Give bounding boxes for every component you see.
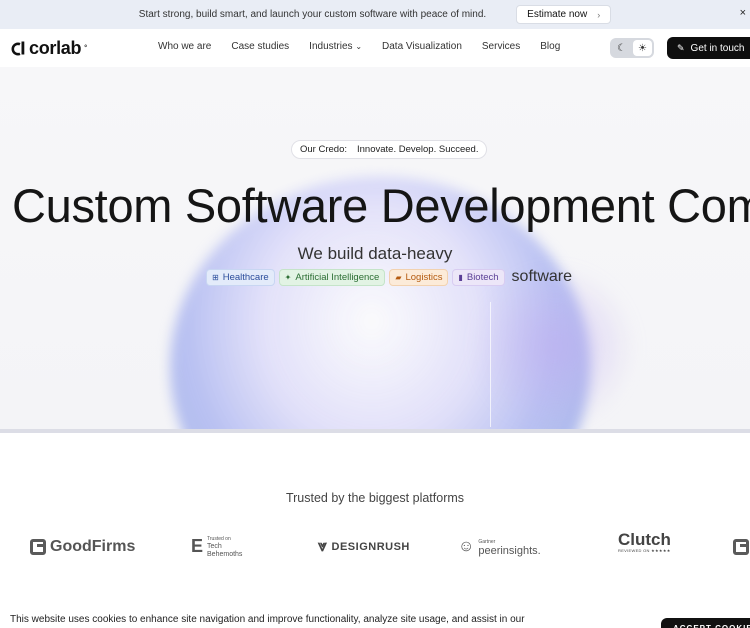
clutch-reviewed: REVIEWED ON ★★★★★ [618, 548, 671, 553]
tech-behemoths-line1: Trusted on [207, 535, 231, 542]
tag-healthcare-label: Healthcare [222, 271, 269, 283]
nav-item-who-we-are[interactable]: Who we are [158, 41, 211, 52]
cookie-banner: This website uses cookies to enhance sit… [0, 602, 750, 628]
message-icon: ✎ [677, 42, 685, 53]
hero-suffix: software [511, 268, 573, 285]
theme-toggle[interactable]: ☾ ☀ [610, 38, 654, 58]
estimate-now-button[interactable]: Estimate now › [516, 5, 612, 24]
designrush-logo[interactable]: ⩔ DESIGNRUSH [318, 532, 410, 562]
hero-bottom-border [0, 429, 750, 433]
gartner-peer-insights-logo[interactable]: ☺ Gartner peerinsights. [458, 532, 541, 562]
logo-text: corlab [29, 38, 82, 58]
accept-cookies-button[interactable]: ACCEPT COOKIES [661, 618, 750, 628]
gartner-line2: peerinsights. [478, 545, 541, 557]
goodfirms-logo[interactable]: GoodFirms [30, 532, 135, 562]
goodfirms-logo-repeat[interactable] [733, 532, 749, 562]
hero-title: Custom Software Development Company [12, 179, 750, 232]
nav-item-blog[interactable]: Blog [540, 41, 560, 52]
sparkle-icon: ✦ [284, 272, 292, 282]
partner-logos: GoodFirms E Trusted on Tech Behemoths ⩔ … [0, 530, 750, 562]
nav-item-industries[interactable]: Industries ⌄ [309, 41, 362, 52]
bar-chart-icon: ▮ [458, 272, 463, 282]
estimate-now-label: Estimate now [527, 9, 588, 20]
tag-biotech[interactable]: ▮ Biotech [452, 268, 505, 286]
tag-logistics-label: Logistics [405, 271, 443, 283]
designrush-icon: ⩔ [318, 538, 328, 555]
moon-icon[interactable]: ☾ [612, 40, 631, 56]
credo-badge: Our Credo: Innovate. Develop. Succeed. [291, 140, 488, 159]
cookie-text: This website uses cookies to enhance sit… [10, 614, 525, 625]
chevron-right-icon: › [597, 9, 601, 20]
tech-behemoths-icon: E [191, 536, 204, 557]
tag-ai-label: Artificial Intelligence [295, 271, 380, 283]
nav-item-industries-label: Industries [309, 41, 353, 52]
goodfirms-icon [30, 539, 46, 555]
industry-tags: ⊞ Healthcare ✦ Artificial Intelligence ▰… [206, 268, 572, 286]
hero-section: Our Credo: Innovate. Develop. Succeed. C… [0, 67, 750, 433]
sun-icon[interactable]: ☀ [633, 40, 652, 56]
nav-item-case-studies[interactable]: Case studies [231, 41, 289, 52]
hero-subtitle: We build data-heavy [297, 244, 453, 263]
logo-registered-icon: ° [84, 45, 87, 52]
speech-bubbles-icon: ☺ [458, 538, 475, 555]
corlab-logo-icon [11, 41, 25, 55]
tag-artificial-intelligence[interactable]: ✦ Artificial Intelligence [278, 268, 386, 286]
goodfirms-name: GoodFirms [50, 538, 136, 555]
tag-healthcare[interactable]: ⊞ Healthcare [206, 268, 275, 286]
clutch-logo[interactable]: Clutch REVIEWED ON ★★★★★ [618, 530, 671, 562]
goodfirms-icon [733, 539, 749, 555]
tech-behemoths-text: Trusted on Tech Behemoths [207, 536, 242, 559]
hero-glow-decoration [470, 267, 640, 427]
get-in-touch-label: Get in touch [690, 42, 745, 54]
main-navigation: corlab ° Who we are Case studies Industr… [0, 29, 750, 67]
tag-biotech-label: Biotech [466, 271, 499, 283]
credo-text: Innovate. Develop. Succeed. [357, 144, 479, 155]
get-in-touch-button[interactable]: ✎ Get in touch → [667, 37, 750, 59]
nav-item-data-visualization[interactable]: Data Visualization [382, 41, 462, 52]
logo[interactable]: corlab ° [11, 38, 87, 59]
tag-logistics[interactable]: ▰ Logistics [389, 268, 449, 286]
close-icon[interactable]: × [740, 7, 746, 19]
clutch-name: Clutch [618, 530, 671, 549]
tech-behemoths-logo[interactable]: E Trusted on Tech Behemoths [191, 532, 242, 562]
hero-line-decoration [490, 302, 491, 427]
credo-label: Our Credo: [300, 144, 347, 155]
nav-menu: Who we are Case studies Industries ⌄ Dat… [158, 41, 560, 52]
truck-icon: ▰ [395, 272, 402, 282]
designrush-name: DESIGNRUSH [331, 541, 410, 553]
announcement-bar: Start strong, build smart, and launch yo… [0, 0, 750, 29]
trusted-heading: Trusted by the biggest platforms [285, 491, 465, 505]
nav-item-services[interactable]: Services [482, 41, 520, 52]
gartner-text: Gartner peerinsights. [478, 538, 541, 557]
tech-behemoths-line3: Behemoths [207, 550, 243, 558]
tech-behemoths-line2: Tech [207, 543, 222, 551]
chevron-down-icon: ⌄ [355, 42, 363, 51]
announcement-text: Start strong, build smart, and launch yo… [138, 9, 487, 20]
plus-square-icon: ⊞ [212, 272, 219, 282]
